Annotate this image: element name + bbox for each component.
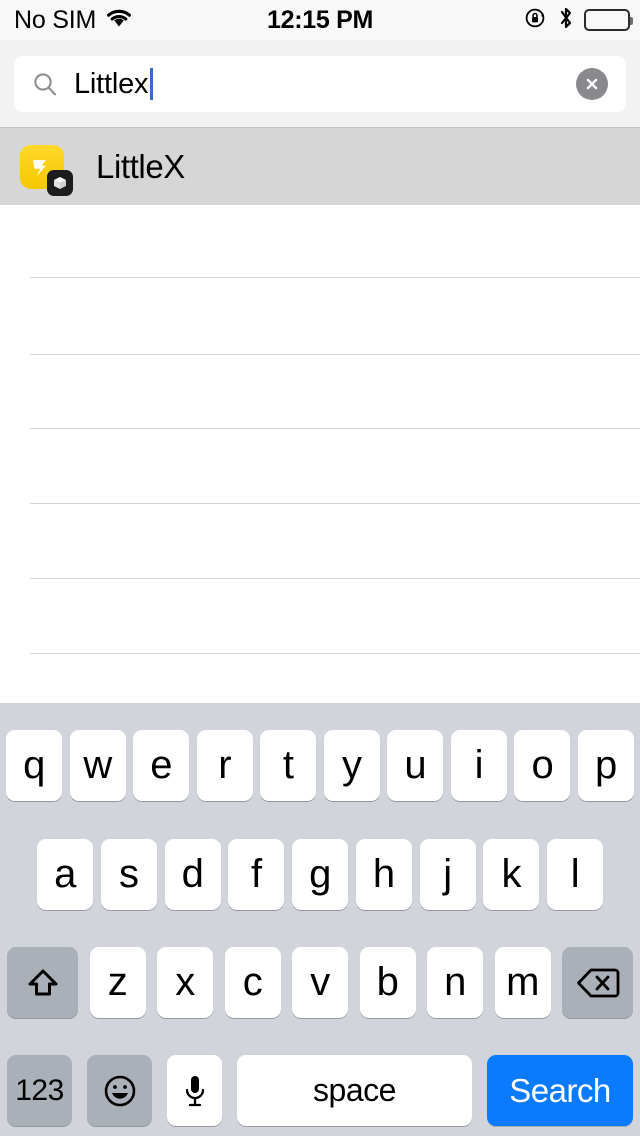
- key-a[interactable]: a: [37, 839, 93, 910]
- key-u[interactable]: u: [387, 730, 444, 801]
- shift-arrow-icon: [28, 969, 57, 995]
- key-h[interactable]: h: [355, 839, 412, 910]
- emoji-key[interactable]: [87, 1055, 152, 1126]
- search-icon: [32, 71, 58, 97]
- key-d[interactable]: d: [164, 839, 221, 910]
- microphone-icon: [185, 1075, 204, 1106]
- battery-icon: [584, 9, 633, 31]
- bluetooth-icon: [558, 5, 574, 36]
- key-b[interactable]: b: [359, 947, 416, 1018]
- testflight-box-badge-icon: [47, 169, 73, 196]
- key-i[interactable]: i: [450, 730, 507, 801]
- key-c[interactable]: c: [224, 947, 281, 1018]
- key-q[interactable]: q: [6, 730, 62, 801]
- space-key[interactable]: space: [237, 1055, 472, 1126]
- list-separator: [30, 503, 640, 504]
- search-return-key[interactable]: Search: [487, 1055, 633, 1126]
- numbers-key[interactable]: 123: [7, 1055, 72, 1126]
- keyboard-row-2: a s d f g h j k l: [0, 839, 640, 910]
- list-separator: [30, 578, 640, 579]
- search-value: Littlex: [74, 67, 149, 100]
- key-x[interactable]: x: [157, 947, 213, 1018]
- backspace-key[interactable]: [562, 947, 633, 1018]
- list-separator: [30, 354, 640, 355]
- status-bar: No SIM 12:15 PM: [0, 0, 640, 40]
- keyboard-row-1: q w e r t y u i o p: [0, 730, 640, 801]
- key-j[interactable]: j: [419, 839, 476, 910]
- search-text-wrapper: Littlex: [74, 68, 576, 100]
- rotation-lock-icon: [524, 6, 548, 35]
- emoji-smiley-icon: [104, 1075, 135, 1106]
- key-e[interactable]: e: [133, 730, 190, 801]
- list-separator: [30, 653, 640, 654]
- backspace-delete-icon: [576, 968, 619, 997]
- key-s[interactable]: s: [100, 839, 157, 910]
- list-item-label: LittleX: [96, 147, 185, 185]
- search-input[interactable]: Littlex: [14, 56, 626, 112]
- key-f[interactable]: f: [228, 839, 285, 910]
- key-z[interactable]: z: [89, 947, 146, 1018]
- list-item[interactable]: LittleX: [0, 128, 640, 205]
- list-separator: [30, 428, 640, 429]
- key-v[interactable]: v: [292, 947, 348, 1018]
- text-caret: [150, 68, 154, 100]
- key-r[interactable]: r: [196, 730, 253, 801]
- key-k[interactable]: k: [483, 839, 540, 910]
- key-g[interactable]: g: [292, 839, 348, 910]
- list-separator: [30, 277, 640, 278]
- key-p[interactable]: p: [577, 730, 634, 801]
- key-t[interactable]: t: [260, 730, 317, 801]
- search-bar-container: Littlex: [0, 40, 640, 128]
- key-o[interactable]: o: [514, 730, 571, 801]
- search-results-list: LittleX: [0, 128, 640, 703]
- key-l[interactable]: l: [547, 839, 603, 910]
- key-n[interactable]: n: [427, 947, 483, 1018]
- key-y[interactable]: y: [323, 730, 380, 801]
- keyboard-row-4: 123 space Search: [0, 1055, 640, 1126]
- status-bar-right: [524, 5, 633, 36]
- shift-key[interactable]: [7, 947, 78, 1018]
- app-icon-wrapper: [20, 144, 73, 196]
- dictation-key[interactable]: [167, 1055, 222, 1126]
- keyboard-row-3: z x c v b n m: [0, 947, 640, 1018]
- key-m[interactable]: m: [494, 947, 551, 1018]
- key-w[interactable]: w: [69, 730, 126, 801]
- clear-search-button[interactable]: [576, 68, 608, 100]
